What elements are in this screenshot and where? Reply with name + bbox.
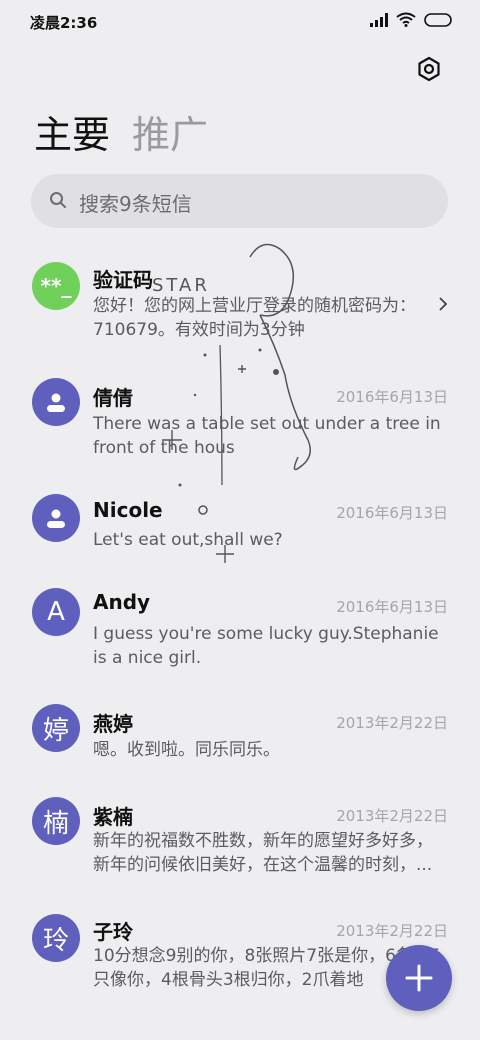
doodle-watermark: STAR xyxy=(152,243,311,563)
status-icons xyxy=(370,12,454,27)
avatar: 楠 xyxy=(32,797,80,845)
message-preview: 新年的祝福数不胜数，新年的愿望好多好多，新年的问候依旧美好，在这个温馨的时刻，.… xyxy=(93,831,433,875)
person-icon xyxy=(47,393,65,412)
person-icon xyxy=(47,509,65,528)
sender-name: Andy xyxy=(93,590,151,614)
avatar xyxy=(32,378,80,426)
settings-icon[interactable] xyxy=(414,54,444,84)
message-preview: 嗯。收到啦。同乐同乐。 xyxy=(93,740,280,760)
avatar: 婷 xyxy=(32,704,80,752)
avatar: A xyxy=(32,588,80,636)
sender-name: 子玲 xyxy=(93,920,133,944)
tab-promo[interactable]: 推广 xyxy=(132,104,208,159)
sender-name: 燕婷 xyxy=(93,712,133,736)
sender-name: 紫楠 xyxy=(93,805,133,829)
status-time: 凌晨2:36 xyxy=(30,14,98,32)
watermark-text: STAR xyxy=(152,275,210,296)
tab-main[interactable]: 主要 xyxy=(34,104,110,159)
battery-icon xyxy=(424,12,452,27)
status-bar: 凌晨2:36 xyxy=(0,0,480,44)
sender-name: 倩倩 xyxy=(93,386,133,410)
chevron-right-icon[interactable] xyxy=(438,296,448,312)
sender-name: 验证码 xyxy=(93,268,153,292)
message-date: 2013年2月22日 xyxy=(336,807,448,825)
tab-bar: 主要 推广 xyxy=(34,104,208,159)
message-date: 2016年6月13日 xyxy=(336,388,448,406)
list-item[interactable]: A Andy 2016年6月13日 I guess you're some lu… xyxy=(0,580,480,680)
wifi-icon xyxy=(396,12,416,27)
list-item[interactable]: 楠 紫楠 2013年2月22日 新年的祝福数不胜数，新年的愿望好多好多，新年的问… xyxy=(0,795,480,895)
message-date: 2013年2月22日 xyxy=(336,714,448,732)
message-date: 2016年6月13日 xyxy=(336,504,448,522)
search-input[interactable]: 搜索9条短信 xyxy=(31,174,448,228)
message-date: 2013年2月22日 xyxy=(336,922,448,940)
message-date: 2016年6月13日 xyxy=(336,598,448,616)
compose-button[interactable] xyxy=(386,945,452,1011)
avatar: 玲 xyxy=(32,914,80,962)
plus-icon xyxy=(405,964,433,992)
message-preview: I guess you're some lucky guy.Stephanie … xyxy=(93,624,439,668)
search-placeholder: 搜索9条短信 xyxy=(79,192,192,216)
avatar xyxy=(32,494,80,542)
list-item[interactable]: 婷 燕婷 2013年2月22日 嗯。收到啦。同乐同乐。 xyxy=(0,702,480,782)
signal-icon xyxy=(370,12,388,27)
avatar: **_ xyxy=(32,262,80,310)
search-icon xyxy=(50,192,66,208)
